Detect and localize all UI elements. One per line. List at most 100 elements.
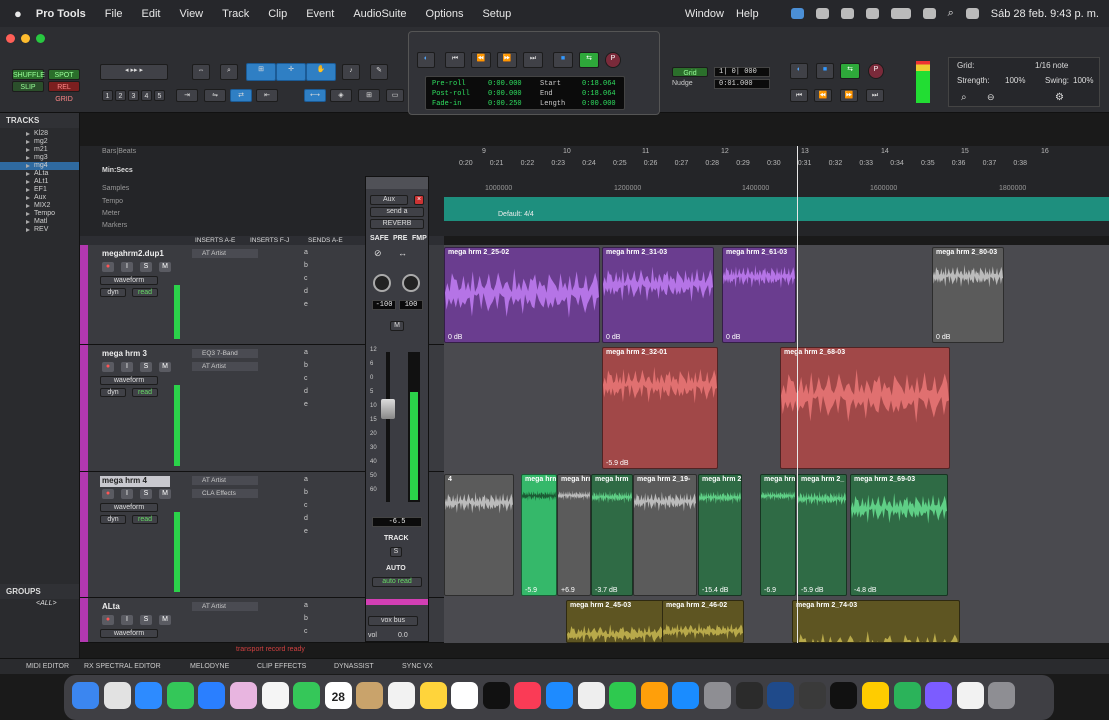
send-slot[interactable]: a	[304, 476, 308, 483]
menu-audiosuite[interactable]: AudioSuite	[353, 8, 406, 20]
app-menu[interactable]: Pro Tools	[36, 8, 86, 20]
zoom-preset-3[interactable]: 3	[128, 90, 139, 101]
solo-button[interactable]: S	[140, 262, 152, 272]
track-mode-selector[interactable]: dyn	[100, 288, 126, 297]
numbers-icon[interactable]	[609, 682, 637, 709]
audio-clip[interactable]: mega hrm 2 -15.4 dB	[698, 474, 742, 596]
audio-clip[interactable]: mega hrm 2_ -5.9 dB	[797, 474, 847, 596]
insert-slot[interactable]: AT Artist	[192, 476, 258, 485]
fader-value[interactable]: -6.5	[372, 517, 422, 527]
menu-options[interactable]: Options	[426, 8, 464, 20]
note-value[interactable]: 1/16 note	[1035, 61, 1068, 70]
send-slot[interactable]: b	[304, 489, 308, 496]
search-icon[interactable]: ⌕	[948, 7, 954, 20]
sidebar-track-item[interactable]: ALt1	[0, 178, 79, 186]
clip-gain[interactable]: 0 dB	[606, 334, 620, 341]
status-icon[interactable]	[840, 8, 854, 19]
clip-gain[interactable]: -6.9	[764, 587, 776, 594]
menu-view[interactable]: View	[179, 8, 203, 20]
status-icon[interactable]	[790, 8, 804, 19]
online-sync-button[interactable]: ◐	[790, 63, 808, 79]
close-window-icon[interactable]	[6, 34, 15, 43]
zoom-preset-5[interactable]: 5	[154, 90, 165, 101]
music-icon[interactable]	[514, 682, 542, 709]
strength-value[interactable]: 100%	[1005, 76, 1025, 85]
trash-icon[interactable]	[988, 682, 1016, 709]
app-icon[interactable]	[798, 682, 826, 709]
track-view-selector[interactable]: waveform	[100, 629, 158, 638]
clip-gain[interactable]: 0 dB	[936, 334, 950, 341]
safari-icon[interactable]	[135, 682, 163, 709]
gear-icon[interactable]: ⚙	[1055, 92, 1064, 103]
clip-gain[interactable]: -3.7 dB	[595, 587, 618, 594]
next-marker-button[interactable]: ⏭	[866, 89, 884, 102]
zoom-preset-2[interactable]: 2	[115, 90, 126, 101]
end-value[interactable]: 0:18.064	[582, 90, 616, 98]
pan-knob-right[interactable]	[402, 274, 420, 292]
grabber-tool-icon[interactable]: ✋	[306, 63, 336, 81]
tab-dynassist[interactable]: DYNASSIST	[334, 663, 374, 670]
minimize-window-icon[interactable]	[21, 34, 30, 43]
mail-icon[interactable]	[198, 682, 226, 709]
record-button[interactable]: P	[605, 52, 621, 68]
apple-icon[interactable]: ●	[14, 6, 22, 21]
stop-button-2[interactable]: ■	[816, 63, 834, 79]
record-arm-button[interactable]: ●	[102, 489, 114, 499]
launchpad-icon[interactable]	[103, 682, 131, 709]
postroll-value[interactable]: 0:00.000	[488, 90, 522, 98]
track-mode-selector[interactable]: dyn	[100, 388, 126, 397]
audio-clip[interactable]: mega hrm +6.9	[557, 474, 591, 596]
automation-mode-button[interactable]: read	[132, 388, 158, 397]
pan-right-value[interactable]: 100	[399, 300, 423, 310]
send-slot[interactable]: d	[304, 288, 308, 295]
solo-button[interactable]: S	[140, 489, 152, 499]
tab-clip-effects[interactable]: CLIP EFFECTS	[257, 663, 306, 670]
automation-mode-button[interactable]: read	[132, 515, 158, 524]
tv-icon[interactable]	[482, 682, 510, 709]
fader-cap[interactable]	[381, 399, 395, 419]
zoom-preset-1[interactable]: 1	[102, 90, 113, 101]
reverb-selector[interactable]: REVERB	[370, 219, 424, 229]
stop-button[interactable]: ■	[553, 52, 573, 68]
go-to-end-button[interactable]: ⏭	[523, 52, 543, 68]
trim-tool-icon[interactable]: ⊞	[246, 63, 276, 81]
record-arm-button[interactable]: ●	[102, 615, 114, 625]
send-close-icon[interactable]: ×	[414, 195, 424, 205]
app-store-icon[interactable]	[672, 682, 700, 709]
samples-ruler-label[interactable]: Samples	[102, 185, 129, 192]
audio-clip[interactable]: mega hrm -3.7 dB	[591, 474, 633, 596]
send-slot[interactable]: e	[304, 401, 308, 408]
send-slot[interactable]: a	[304, 349, 308, 356]
audio-clip[interactable]: mega hrm -5.9	[521, 474, 557, 596]
send-slot[interactable]: e	[304, 301, 308, 308]
slip-mode-button[interactable]: SLIP	[12, 81, 44, 92]
grid-toggle-button[interactable]: Grid	[672, 67, 708, 77]
vol-value[interactable]: 0.0	[398, 632, 408, 639]
automation-mode-button[interactable]: read	[132, 288, 158, 297]
zoom-toggle-button[interactable]: ⇔	[192, 64, 210, 80]
tab-melodyne[interactable]: MELODYNE	[190, 663, 229, 670]
clip-gain[interactable]: -15.4 dB	[702, 587, 728, 594]
record-arm-button[interactable]: ●	[102, 262, 114, 272]
online-button[interactable]: ◐	[417, 52, 435, 68]
markers-ruler-label[interactable]: Markers	[102, 222, 127, 229]
audio-clip[interactable]: mega hrm 2_45-03	[566, 600, 664, 643]
mute-button[interactable]: M	[159, 262, 171, 272]
zoom-icon[interactable]: ⊖	[987, 92, 995, 103]
sidebar-track-item[interactable]: mg3	[0, 154, 79, 162]
sidebar-track-item[interactable]: REV	[0, 226, 79, 234]
clip-gain[interactable]: +6.9	[561, 587, 575, 594]
loop-button[interactable]: ▭	[386, 89, 404, 102]
insert-slot[interactable]: EQ3 7-Band	[192, 349, 258, 358]
finder-icon[interactable]	[72, 682, 99, 709]
play-button[interactable]: ⇆	[579, 52, 599, 68]
contacts-icon[interactable]	[356, 682, 384, 709]
clip-gain[interactable]: -5.9	[525, 587, 537, 594]
fast-forward-button-2[interactable]: ⏩	[840, 89, 858, 102]
clip-gain[interactable]: -4.8 dB	[854, 587, 877, 594]
track-name[interactable]: mega hrm 3	[100, 349, 170, 360]
menu-file[interactable]: File	[105, 8, 123, 20]
preroll-value[interactable]: 0:00.000	[488, 80, 522, 88]
control-center-icon[interactable]	[965, 8, 979, 19]
calendar-icon[interactable]: 28	[324, 682, 352, 709]
